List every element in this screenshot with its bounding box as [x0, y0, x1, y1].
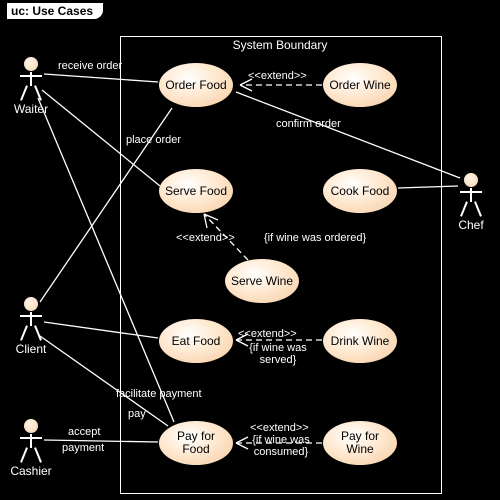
label-facilitate-payment: facilitate payment	[116, 388, 202, 400]
actor-client: Client	[18, 296, 44, 356]
usecase-order-wine: Order Wine	[322, 62, 398, 108]
label-receive-order: receive order	[58, 60, 122, 72]
label-accept-1: accept	[68, 426, 100, 438]
label-accept-2: payment	[62, 442, 104, 454]
actor-cashier: Cashier	[18, 418, 44, 478]
label-pay: pay	[128, 408, 146, 420]
label-guard-consumed: {if wine was consumed}	[246, 434, 316, 458]
label-extend-3: <<extend>>	[238, 328, 297, 340]
usecase-cook-food: Cook Food	[322, 168, 398, 214]
label-guard-ordered: {if wine was ordered}	[264, 232, 366, 244]
usecase-pay-food: Pay for Food	[158, 420, 234, 466]
actor-cashier-label: Cashier	[6, 464, 56, 478]
usecase-drink-wine: Drink Wine	[322, 318, 398, 364]
actor-client-label: Client	[6, 342, 56, 356]
frame-label: uc: Use Cases	[6, 2, 104, 20]
actor-waiter: Waiter	[18, 56, 44, 116]
label-extend-4: <<extend>>	[250, 422, 309, 434]
actor-chef: Chef	[458, 172, 484, 232]
usecase-eat-food: Eat Food	[158, 318, 234, 364]
actor-chef-label: Chef	[446, 218, 496, 232]
usecase-serve-food: Serve Food	[158, 168, 234, 214]
usecase-serve-wine: Serve Wine	[224, 258, 300, 304]
actor-waiter-label: Waiter	[6, 102, 56, 116]
usecase-pay-wine: Pay for Wine	[322, 420, 398, 466]
label-confirm-order: confirm order	[276, 118, 341, 130]
label-guard-served: {if wine was served}	[246, 342, 310, 366]
label-extend-2: <<extend>>	[176, 232, 235, 244]
label-extend-1: <<extend>>	[248, 70, 307, 82]
boundary-title: System Boundary	[120, 38, 440, 52]
usecase-order-food: Order Food	[158, 62, 234, 108]
label-place-order: place order	[126, 134, 181, 146]
